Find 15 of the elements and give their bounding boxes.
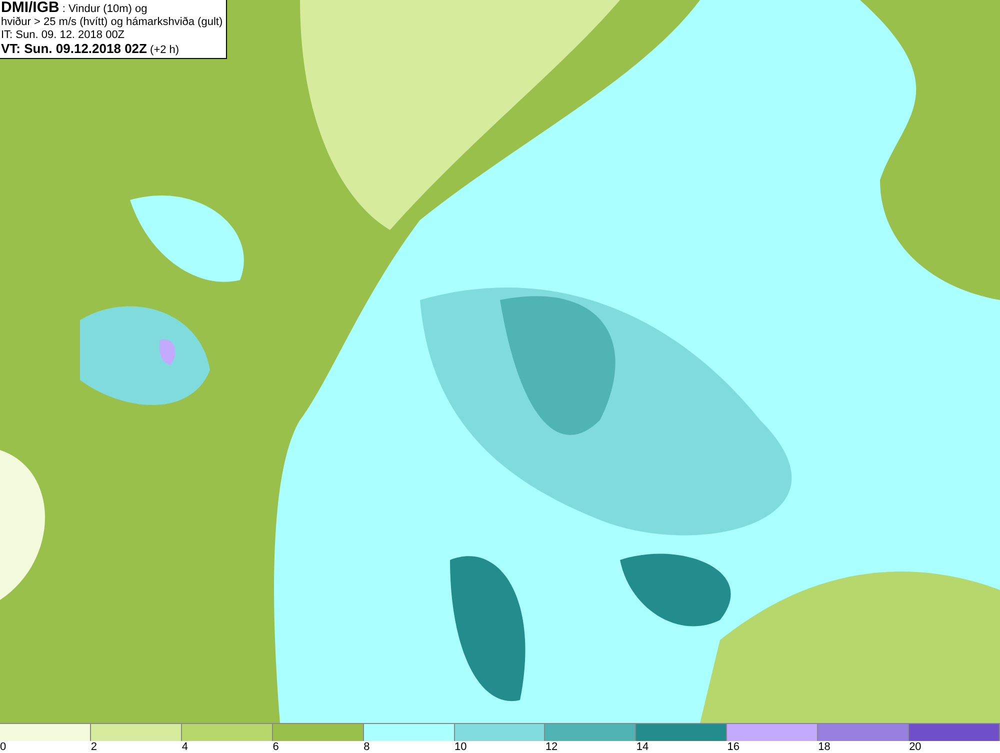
legend-label: 20 <box>909 741 922 753</box>
title-line: IT: Sun. 09. 12. 2018 00Z <box>1 29 126 42</box>
title-line: VT: Sun. 09.12.2018 02Z (+2 h) <box>1 42 180 57</box>
title-line: DMI/IGB : Vindur (10m) og <box>1 1 148 16</box>
legend-label: 4 <box>182 741 188 753</box>
legend-label: 2 <box>90 741 98 753</box>
legend-label: 6 <box>272 741 279 753</box>
legend-label: 14 <box>636 741 649 753</box>
title-line: hviður > 25 m/s (hvítt) og hámarkshviða (gult) <box>1 16 223 29</box>
legend-label: 18 <box>818 741 830 753</box>
legend-label: 8 <box>364 741 370 753</box>
legend-label: 16 <box>727 741 740 753</box>
legend-label: 0 <box>0 741 6 753</box>
legend-label: 10 <box>454 741 467 753</box>
legend-label: 12 <box>545 741 558 753</box>
